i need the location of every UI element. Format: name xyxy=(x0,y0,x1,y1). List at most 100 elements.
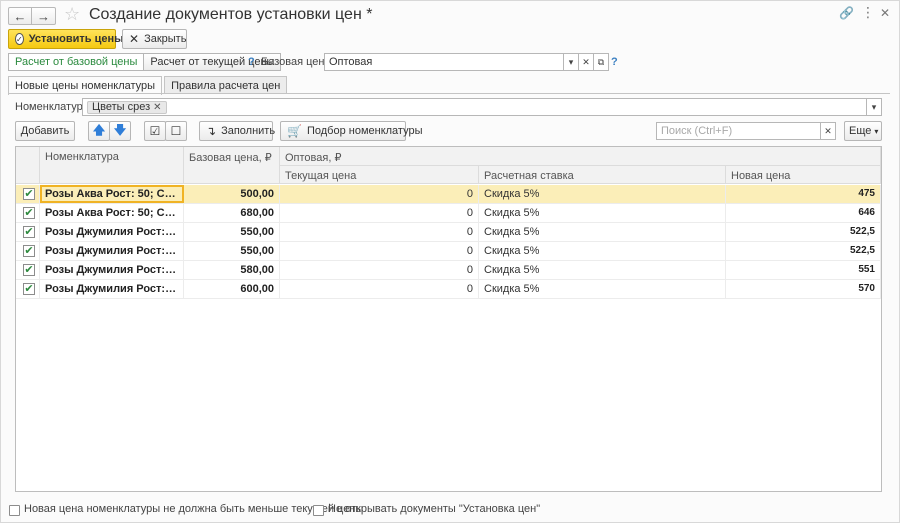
uncheck-all-button[interactable]: ☐ xyxy=(165,121,187,141)
current-price-cell[interactable]: 0 xyxy=(280,242,479,260)
item-cell[interactable]: Розы Джумилия Рост: 60; ... xyxy=(40,280,184,298)
base-price-field[interactable]: Оптовая xyxy=(324,53,564,71)
new-price-cell[interactable]: 570 xyxy=(726,280,881,298)
fill-button[interactable]: ↴ Заполнить xyxy=(199,121,275,141)
item-cell[interactable]: Розы Аква Рост: 50; Сортн... xyxy=(40,185,184,203)
base-price-cell[interactable]: 500,00 xyxy=(184,185,280,203)
more-button[interactable]: Еще ▾ xyxy=(844,121,882,141)
base-price-cell[interactable]: 680,00 xyxy=(184,204,280,222)
row-checkbox-cell[interactable]: ✔ xyxy=(16,242,40,260)
current-price-cell[interactable]: 0 xyxy=(280,223,479,241)
close-window-icon[interactable]: ✕ xyxy=(880,7,890,19)
favorite-star-icon[interactable]: ☆ xyxy=(64,5,80,23)
row-checkbox-cell[interactable]: ✔ xyxy=(16,223,40,241)
item-cell[interactable]: Розы Джумилия Рост: 50; ... xyxy=(40,242,184,260)
new-price-cell[interactable]: 522,5 xyxy=(726,223,881,241)
checkbox-checked-icon: ☑ xyxy=(149,124,161,138)
set-prices-label: Установить цены xyxy=(28,33,124,45)
new-price-cell[interactable]: 475 xyxy=(726,185,881,203)
table-row[interactable]: ✔ Розы Аква Рост: 50; Сортн... 500,00 0 Скид… xyxy=(16,185,881,204)
calc-mode-toggle: Расчет от базовой цены Расчет от текущей… xyxy=(8,53,282,71)
check-all-button[interactable]: ☑ xyxy=(144,121,166,141)
min-price-checkbox[interactable] xyxy=(9,505,20,516)
open-window-icon: ⧉ xyxy=(597,56,605,67)
rate-cell[interactable]: Скидка 5% xyxy=(479,185,726,203)
calc-mode-help-icon[interactable]: ? xyxy=(248,56,255,68)
header-item[interactable]: Номенклатура xyxy=(40,147,184,184)
search-clear-button[interactable]: ✕ xyxy=(820,122,836,140)
header-new-price[interactable]: Новая цена xyxy=(726,166,881,184)
table-row[interactable]: ✔ Розы Джумилия Рост: 60; ... 580,00 0 Скидк… xyxy=(16,261,881,280)
more-menu-icon[interactable]: ⋮ xyxy=(861,5,875,19)
table-row[interactable]: ✔ Розы Джумилия Рост: 50; ... 550,00 0 Скидк… xyxy=(16,242,881,261)
rate-cell[interactable]: Скидка 5% xyxy=(479,280,726,298)
header-rate[interactable]: Расчетная ставка xyxy=(479,166,726,184)
search-input[interactable]: Поиск (Ctrl+F) xyxy=(656,122,821,140)
table-row[interactable]: ✔ Розы Джумилия Рост: 50; ... 550,00 0 Скидк… xyxy=(16,223,881,242)
close-button[interactable]: ✕ Закрыть xyxy=(122,29,187,49)
cart-icon: 🛒 xyxy=(287,124,302,138)
table-row[interactable]: ✔ Розы Джумилия Рост: 60; ... 600,00 0 Скидк… xyxy=(16,280,881,299)
tab-price-rules[interactable]: Правила расчета цен xyxy=(164,76,288,94)
table-row[interactable]: ✔ Розы Аква Рост: 50; Сортн... 680,00 0 Скид… xyxy=(16,204,881,223)
row-checkbox-cell[interactable]: ✔ xyxy=(16,261,40,279)
rate-cell[interactable]: Скидка 5% xyxy=(479,242,726,260)
pick-items-button[interactable]: 🛒 Подбор номенклатуры xyxy=(280,121,423,141)
base-price-dropdown-button[interactable]: ▾ xyxy=(563,53,579,71)
base-price-clear-button[interactable]: ✕ xyxy=(578,53,594,71)
header-current-price[interactable]: Текущая цена xyxy=(280,166,479,184)
calc-from-base-toggle[interactable]: Расчет от базовой цены xyxy=(8,53,145,71)
chevron-down-icon: ▾ xyxy=(568,56,574,67)
link-icon[interactable]: 🔗 xyxy=(839,7,854,19)
item-filter-field[interactable]: Цветы срез ✕ xyxy=(82,98,867,116)
check-circle-icon: ✓ xyxy=(15,33,24,45)
search-placeholder: Поиск (Ctrl+F) xyxy=(661,125,733,137)
base-price-cell[interactable]: 550,00 xyxy=(184,223,280,241)
base-price-cell[interactable]: 550,00 xyxy=(184,242,280,260)
rate-cell[interactable]: Скидка 5% xyxy=(479,223,726,241)
item-cell[interactable]: Розы Джумилия Рост: 60; ... xyxy=(40,261,184,279)
filter-tag: Цветы срез ✕ xyxy=(87,100,167,114)
current-price-cell[interactable]: 0 xyxy=(280,261,479,279)
forward-button[interactable]: → xyxy=(32,7,56,25)
rate-cell[interactable]: Скидка 5% xyxy=(479,261,726,279)
item-cell[interactable]: Розы Аква Рост: 50; Сортн... xyxy=(40,204,184,222)
current-price-cell[interactable]: 0 xyxy=(280,280,479,298)
row-checkbox[interactable]: ✔ xyxy=(23,226,35,238)
base-price-open-button[interactable]: ⧉ xyxy=(593,53,609,71)
tab-strip: Новые цены номенклатуры Правила расчета … xyxy=(8,76,289,95)
back-button[interactable]: ← xyxy=(8,7,32,25)
app-window: ← → ☆ Создание документов установки цен … xyxy=(0,0,900,523)
row-checkbox[interactable]: ✔ xyxy=(23,207,35,219)
row-checkbox-cell[interactable]: ✔ xyxy=(16,204,40,222)
header-wholesale-group: Оптовая, ₽ xyxy=(280,147,881,166)
title-bar: ← → ☆ Создание документов установки цен … xyxy=(1,1,899,29)
new-price-cell[interactable]: 522,5 xyxy=(726,242,881,260)
item-filter-dropdown-button[interactable]: ▾ xyxy=(866,98,882,116)
base-price-cell[interactable]: 580,00 xyxy=(184,261,280,279)
current-price-cell[interactable]: 0 xyxy=(280,204,479,222)
item-cell[interactable]: Розы Джумилия Рост: 50; ... xyxy=(40,223,184,241)
add-button[interactable]: Добавить xyxy=(15,121,75,141)
row-checkbox-cell[interactable]: ✔ xyxy=(16,280,40,298)
clear-x-icon: ✕ xyxy=(824,125,832,136)
remove-tag-icon[interactable]: ✕ xyxy=(153,102,161,113)
move-down-button[interactable]: 🡇 xyxy=(109,121,131,141)
base-price-cell[interactable]: 600,00 xyxy=(184,280,280,298)
move-up-button[interactable]: 🡅 xyxy=(88,121,110,141)
current-price-cell[interactable]: 0 xyxy=(280,185,479,203)
header-base-price[interactable]: Базовая цена, ₽ xyxy=(184,147,280,184)
new-price-cell[interactable]: 551 xyxy=(726,261,881,279)
arrow-up-icon: 🡅 xyxy=(92,122,106,137)
row-checkbox-cell[interactable]: ✔ xyxy=(16,185,40,203)
chevron-down-icon: ▾ xyxy=(874,126,879,136)
dont-open-docs-checkbox[interactable] xyxy=(313,505,324,516)
row-checkbox[interactable]: ✔ xyxy=(23,245,35,257)
set-prices-button[interactable]: ✓ Установить цены xyxy=(8,29,124,49)
rate-cell[interactable]: Скидка 5% xyxy=(479,204,726,222)
row-checkbox[interactable]: ✔ xyxy=(23,264,35,276)
row-checkbox[interactable]: ✔ xyxy=(23,283,35,295)
row-checkbox[interactable]: ✔ xyxy=(23,188,35,200)
new-price-cell[interactable]: 646 xyxy=(726,204,881,222)
base-price-help-icon[interactable]: ? xyxy=(611,56,618,68)
